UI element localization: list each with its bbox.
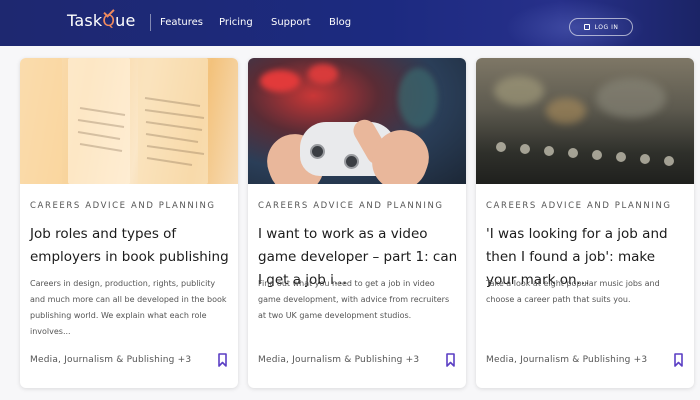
bookmark-icon[interactable] bbox=[218, 353, 227, 367]
bg-light bbox=[308, 64, 338, 84]
card-description: Find out what you need to get a job in v… bbox=[258, 279, 450, 320]
login-icon bbox=[583, 24, 590, 30]
card-category[interactable]: CAREERS ADVICE AND PLANNING bbox=[258, 201, 444, 211]
card-tags[interactable]: Media, Journalism & Publishing +3 bbox=[486, 355, 647, 365]
article-card[interactable]: CAREERS ADVICE AND PLANNING 'I was looki… bbox=[476, 58, 694, 388]
logo-divider bbox=[150, 14, 151, 31]
card-description: Careers in design, production, rights, p… bbox=[30, 279, 227, 336]
left-stick bbox=[310, 144, 325, 159]
logo-text: Task bbox=[67, 11, 103, 30]
mixer-knob bbox=[592, 150, 602, 160]
mixer-knob bbox=[640, 154, 650, 164]
mixer-knob bbox=[544, 146, 554, 156]
site-header: TaskQue Features Pricing Support Blog LO… bbox=[0, 0, 700, 46]
card-category[interactable]: CAREERS ADVICE AND PLANNING bbox=[30, 201, 216, 211]
nav-support[interactable]: Support bbox=[271, 17, 311, 28]
bg-blur bbox=[546, 98, 586, 124]
mixer-knob bbox=[568, 148, 578, 158]
logo-highlight: ue bbox=[115, 11, 136, 30]
nav-pricing[interactable]: Pricing bbox=[219, 17, 253, 28]
card-tags[interactable]: Media, Journalism & Publishing +3 bbox=[258, 355, 419, 365]
mixer-knob bbox=[520, 144, 530, 154]
nav-features[interactable]: Features bbox=[160, 17, 203, 28]
bookmark-icon[interactable] bbox=[446, 353, 455, 367]
card-title[interactable]: Job roles and types of employers in book… bbox=[30, 223, 230, 269]
nav-blog[interactable]: Blog bbox=[329, 17, 351, 28]
card-category[interactable]: CAREERS ADVICE AND PLANNING bbox=[486, 201, 672, 211]
bg-blur bbox=[494, 76, 544, 106]
right-stick bbox=[344, 154, 359, 169]
article-card[interactable]: CAREERS ADVICE AND PLANNING Job roles an… bbox=[20, 58, 238, 388]
card-image-controller[interactable] bbox=[248, 58, 466, 184]
bg-light bbox=[260, 70, 300, 92]
mixer-knob bbox=[664, 156, 674, 166]
login-label: LOG IN bbox=[594, 23, 619, 31]
article-card[interactable]: CAREERS ADVICE AND PLANNING I want to wo… bbox=[248, 58, 466, 388]
bookmark-icon[interactable] bbox=[674, 353, 683, 367]
card-image-books[interactable] bbox=[20, 58, 238, 184]
card-image-mixer[interactable] bbox=[476, 58, 694, 184]
card-tags[interactable]: Media, Journalism & Publishing +3 bbox=[30, 355, 191, 365]
bg-light bbox=[398, 68, 438, 128]
login-button[interactable]: LOG IN bbox=[569, 18, 633, 36]
card-description: Take a look at eight popular music jobs … bbox=[486, 279, 660, 304]
book-text-lines bbox=[77, 97, 205, 166]
mixer-knob bbox=[496, 142, 506, 152]
logo[interactable]: TaskQue bbox=[67, 6, 136, 30]
mixer-knob bbox=[616, 152, 626, 162]
bg-blur bbox=[596, 78, 666, 118]
